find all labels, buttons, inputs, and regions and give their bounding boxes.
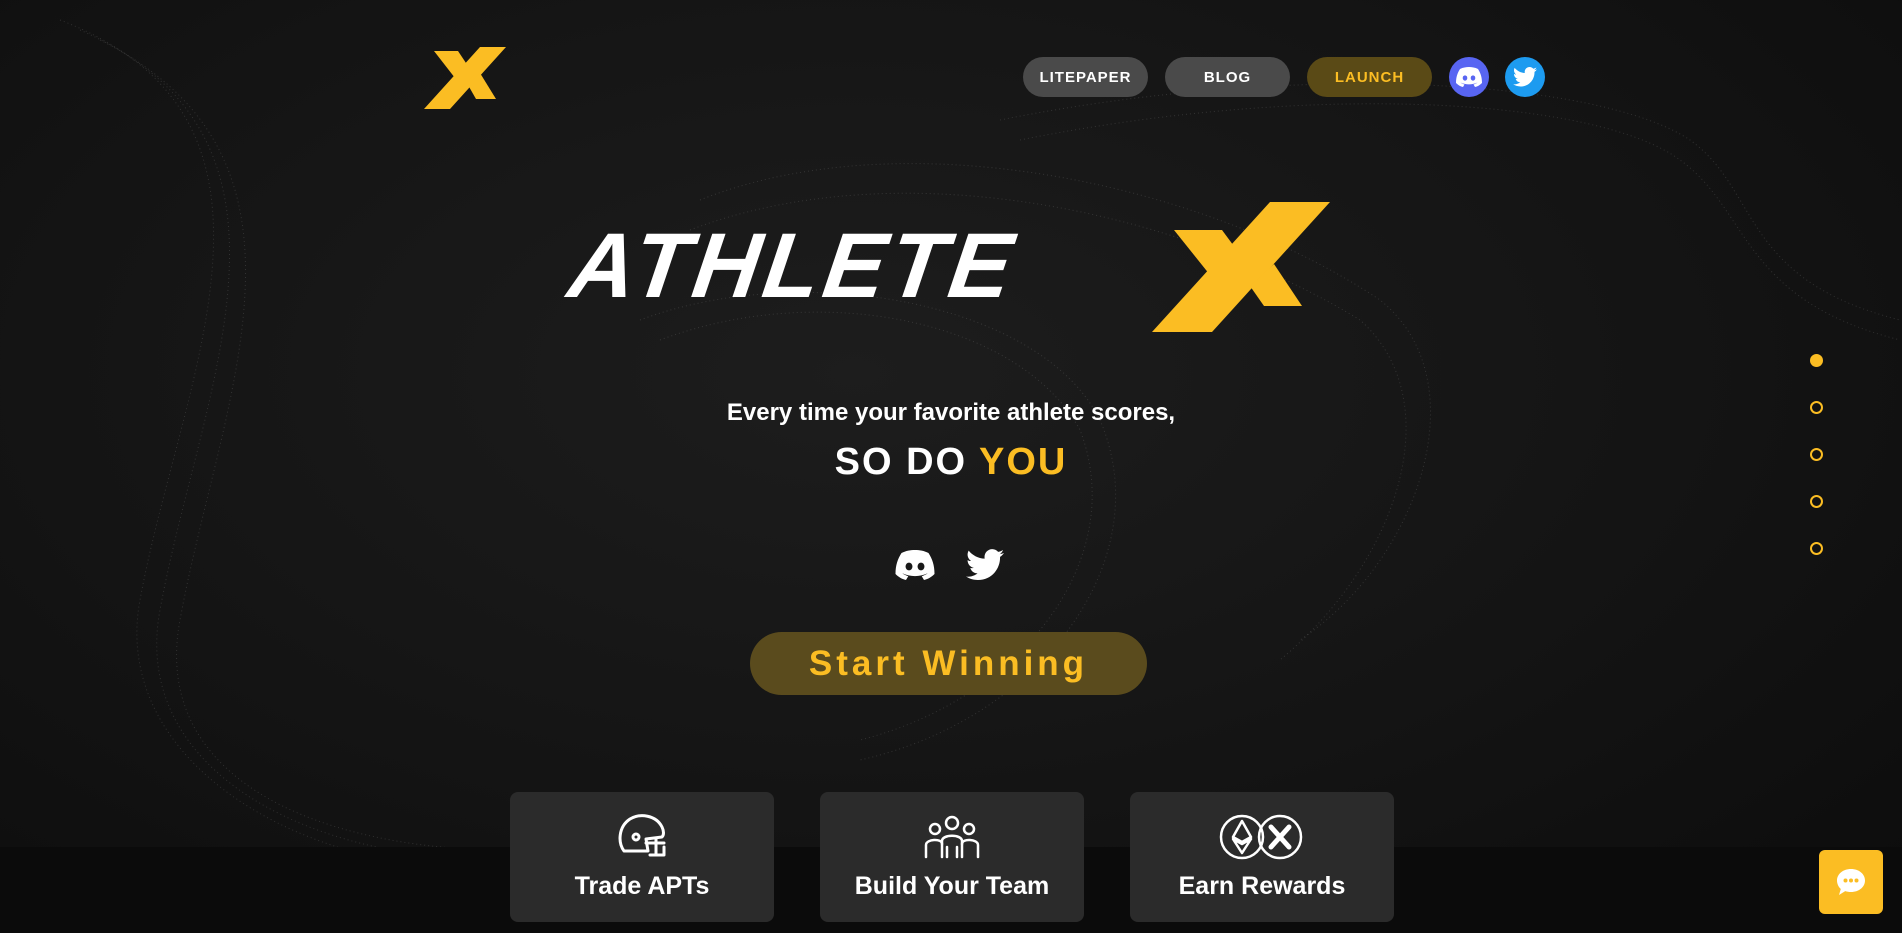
start-winning-button[interactable]: Start Winning bbox=[750, 632, 1147, 695]
hero-logo: ATHLETE bbox=[563, 202, 1330, 334]
pager-dot[interactable] bbox=[1810, 354, 1823, 367]
athletex-logo-icon[interactable] bbox=[424, 47, 506, 109]
feature-card-team[interactable]: Build Your Team bbox=[820, 792, 1084, 922]
football-helmet-icon bbox=[618, 814, 666, 857]
nav-discord-button[interactable] bbox=[1449, 57, 1489, 97]
twitter-icon bbox=[966, 549, 1004, 581]
athlete-wordmark: ATHLETE bbox=[562, 215, 1023, 317]
team-icon bbox=[924, 815, 980, 859]
discord-icon bbox=[895, 550, 935, 580]
twitter-icon bbox=[1513, 67, 1537, 87]
feature-label: Earn Rewards bbox=[1178, 872, 1346, 900]
chat-bubble-icon bbox=[1837, 869, 1865, 895]
feature-label: Trade APTs bbox=[574, 872, 710, 900]
section-pager bbox=[1810, 354, 1823, 589]
feature-card-trade[interactable]: Trade APTs bbox=[510, 792, 774, 922]
launch-button[interactable]: LAUNCH bbox=[1307, 57, 1432, 97]
pager-dot[interactable] bbox=[1810, 448, 1823, 461]
pager-dot[interactable] bbox=[1810, 495, 1823, 508]
hero-slogan: SO DO YOU bbox=[0, 441, 1902, 484]
athletex-x-mark bbox=[1152, 202, 1330, 332]
blog-button[interactable]: BLOG bbox=[1165, 57, 1290, 97]
litepaper-button[interactable]: LITEPAPER bbox=[1023, 57, 1148, 97]
feature-label: Build Your Team bbox=[854, 872, 1050, 900]
feature-card-rewards[interactable]: Earn Rewards bbox=[1130, 792, 1394, 922]
feature-cards: Trade APTs Build Your Team Earn Rewards bbox=[510, 792, 1440, 922]
hero-twitter-link[interactable] bbox=[963, 545, 1007, 585]
top-nav: LITEPAPER BLOG LAUNCH bbox=[1023, 57, 1561, 97]
chat-button[interactable] bbox=[1819, 850, 1883, 914]
hero-discord-link[interactable] bbox=[893, 545, 937, 585]
hero-social-links bbox=[893, 545, 1033, 585]
slogan-accent: YOU bbox=[978, 441, 1068, 483]
pager-dot[interactable] bbox=[1810, 401, 1823, 414]
pager-dot[interactable] bbox=[1810, 542, 1823, 555]
nav-twitter-button[interactable] bbox=[1505, 57, 1545, 97]
discord-icon bbox=[1456, 67, 1482, 87]
slogan-main: SO DO bbox=[834, 441, 979, 483]
ethereum-athletex-token-icon bbox=[1219, 814, 1303, 860]
hero-tagline: Every time your favorite athlete scores, bbox=[726, 399, 1176, 426]
